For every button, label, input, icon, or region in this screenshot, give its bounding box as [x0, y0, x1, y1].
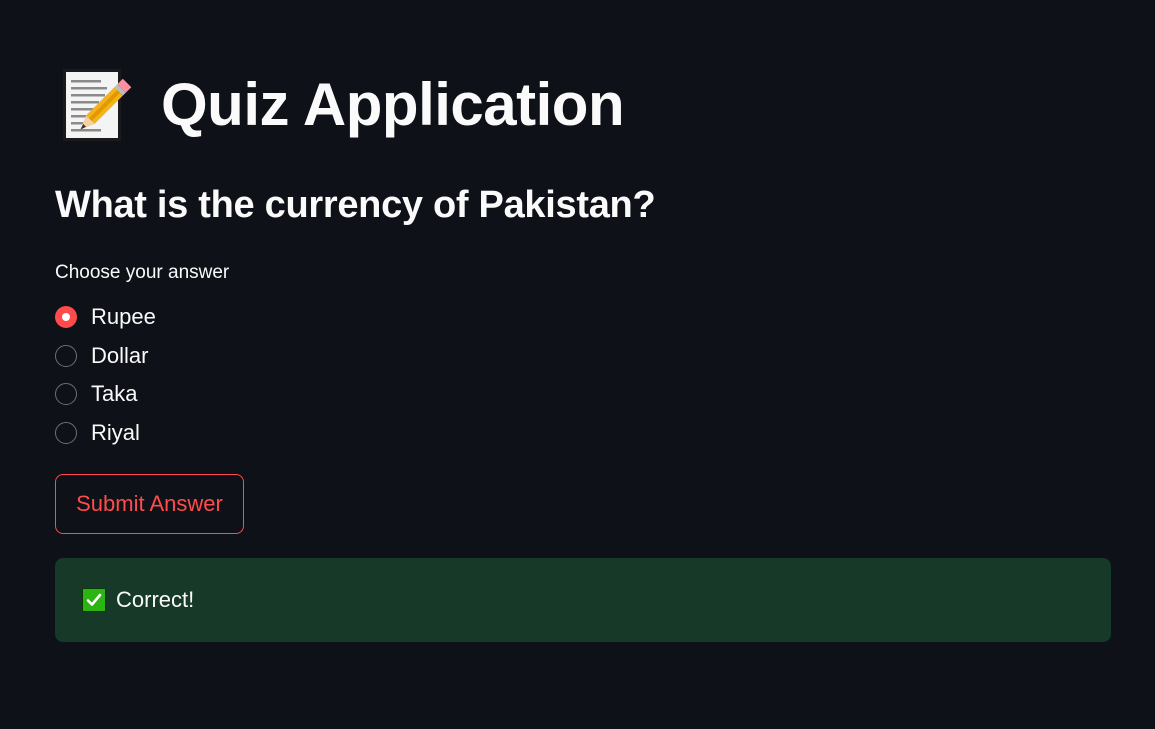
- option-label: Rupee: [91, 304, 156, 330]
- radio-button[interactable]: [55, 344, 77, 367]
- title-row: Quiz Application: [61, 66, 625, 144]
- memo-icon: [61, 67, 135, 143]
- submit-answer-button[interactable]: Submit Answer: [55, 474, 244, 534]
- option-taka[interactable]: Taka: [55, 375, 156, 414]
- option-label: Riyal: [91, 419, 140, 445]
- check-mark-icon: [82, 588, 106, 612]
- option-label: Dollar: [91, 342, 149, 368]
- option-rupee[interactable]: Rupee: [55, 298, 156, 337]
- app-title: Quiz Application: [161, 71, 625, 138]
- option-riyal[interactable]: Riyal: [55, 414, 156, 453]
- radio-button-selected[interactable]: [55, 306, 77, 329]
- radio-button[interactable]: [55, 421, 77, 444]
- question-heading: What is the currency of Pakistan?: [55, 184, 656, 226]
- option-label: Taka: [91, 381, 138, 407]
- radio-group-label: Choose your answer: [55, 262, 230, 283]
- answer-radio-group: Rupee Dollar Taka Riyal: [55, 298, 156, 452]
- success-alert: Correct!: [55, 558, 1111, 642]
- option-dollar[interactable]: Dollar: [55, 337, 156, 376]
- success-message: Correct!: [116, 587, 195, 612]
- radio-button[interactable]: [55, 383, 77, 406]
